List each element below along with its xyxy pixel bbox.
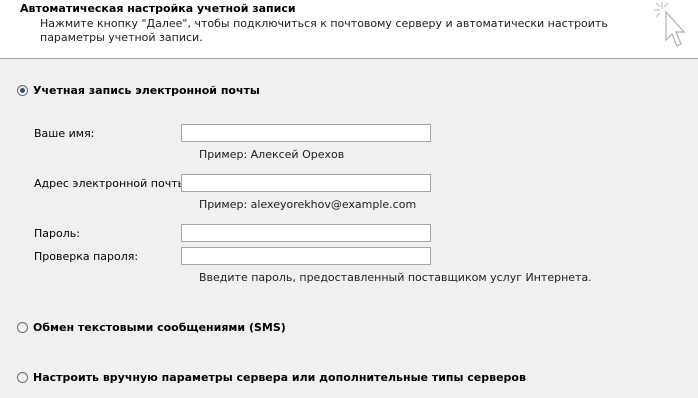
header-title: Автоматическая настройка учетной записи — [20, 2, 296, 15]
password-confirm-input[interactable] — [181, 247, 431, 265]
email-hint: Пример: alexeyorekhov@example.com — [199, 198, 417, 211]
sms-option[interactable]: Обмен текстовыми сообщениями (SMS) — [17, 320, 286, 334]
manual-setup-option[interactable]: Настроить вручную параметры сервера или … — [17, 370, 526, 384]
email-account-radio[interactable] — [17, 84, 28, 96]
email-account-label: Учетная запись электронной почты — [33, 83, 260, 97]
password-hint: Введите пароль, предоставленный поставщи… — [199, 271, 592, 284]
password-input[interactable] — [181, 224, 431, 242]
password-label: Пароль: — [34, 227, 80, 240]
sms-label: Обмен текстовыми сообщениями (SMS) — [33, 320, 286, 334]
email-label: Адрес электронной почты: — [34, 177, 191, 190]
name-input[interactable] — [181, 124, 431, 142]
manual-setup-label: Настроить вручную параметры сервера или … — [33, 370, 526, 384]
manual-setup-radio[interactable] — [17, 371, 28, 383]
wizard-header: Автоматическая настройка учетной записи … — [0, 0, 698, 59]
sms-radio[interactable] — [17, 321, 28, 333]
header-description: Нажмите кнопку "Далее", чтобы подключить… — [40, 17, 608, 44]
password-confirm-label: Проверка пароля: — [34, 250, 139, 263]
name-hint: Пример: Алексей Орехов — [199, 148, 345, 161]
name-label: Ваше имя: — [34, 127, 95, 140]
email-account-option[interactable]: Учетная запись электронной почты — [17, 83, 260, 97]
email-input[interactable] — [181, 174, 431, 192]
wizard-cursor-icon — [652, 0, 694, 53]
